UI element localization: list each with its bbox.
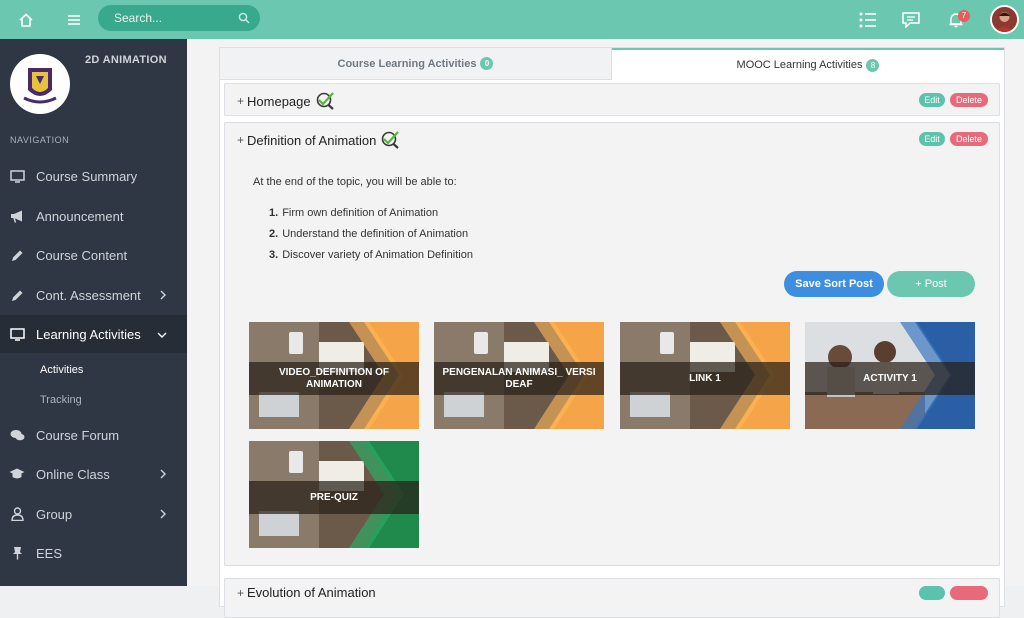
topic-title: Homepage: [247, 93, 311, 109]
tab-count-badge: 8: [866, 58, 880, 72]
topic-definition-of-animation: + Definition of Animation Edit Delete At…: [224, 122, 1000, 566]
sidebar-item-label: Course Forum: [36, 427, 120, 443]
activities-panel: Course Learning Activities 0 MOOC Learni…: [219, 47, 1005, 618]
objective-item: 1. Firm own definition of Animation: [269, 207, 439, 219]
activity-card[interactable]: LINK 1: [620, 322, 790, 429]
sidebar-subitem-activities[interactable]: Activities: [40, 364, 83, 376]
sidebar-item-cont-assessment[interactable]: Cont. Assessment: [0, 276, 187, 314]
chevron-right-icon: [159, 507, 167, 522]
topic-header[interactable]: + Definition of Animation: [237, 131, 401, 149]
add-post-button[interactable]: + Post: [887, 271, 975, 297]
tab-label: MOOC Learning Activities: [736, 59, 863, 71]
sidebar-item-label: Course Summary: [36, 168, 138, 184]
graduation-cap-icon: [9, 468, 25, 480]
avatar[interactable]: [990, 5, 1019, 34]
sidebar-subitem-tracking[interactable]: Tracking: [40, 394, 82, 406]
topic-title: Definition of Animation: [247, 132, 377, 148]
sidebar-item-learning-activities[interactable]: Learning Activities: [0, 315, 187, 353]
sidebar-item-label: Course Content: [36, 247, 128, 263]
message-icon[interactable]: [900, 9, 922, 31]
chevron-down-icon: [157, 327, 167, 342]
topic-homepage: + Homepage Edit Delete: [224, 83, 1000, 116]
course-name: 2D ANIMATION: [85, 54, 167, 66]
expand-icon[interactable]: +: [237, 133, 244, 147]
search-icon[interactable]: [238, 11, 250, 29]
main-content: Course Learning Activities 0 MOOC Learni…: [187, 39, 1024, 618]
activity-card-title: PRE-QUIZ: [249, 481, 419, 514]
sidebar-item-label: Group: [36, 506, 73, 522]
sidebar-item-label: Cont. Assessment: [36, 287, 141, 303]
sidebar-item-label: Announcement: [36, 208, 124, 224]
sidebar-item-course-content[interactable]: Course Content: [0, 236, 187, 274]
search-input[interactable]: [114, 10, 234, 26]
sidebar-item-ees[interactable]: EES: [0, 534, 187, 572]
topic-evolution-of-animation: + Evolution of Animation: [224, 578, 1000, 618]
check-magnifier-icon: [314, 92, 336, 110]
tab-bar: Course Learning Activities 0 MOOC Learni…: [220, 48, 1004, 80]
sidebar-item-online-class[interactable]: Online Class: [0, 455, 187, 493]
check-magnifier-icon: [379, 131, 401, 149]
chevron-right-icon: [159, 467, 167, 482]
sidebar-item-group[interactable]: Group: [0, 495, 187, 533]
activity-card[interactable]: PRE-QUIZ: [249, 441, 419, 548]
delete-button[interactable]: [950, 586, 988, 600]
expand-icon[interactable]: +: [237, 94, 244, 108]
menu-icon[interactable]: [63, 9, 85, 31]
home-icon[interactable]: [15, 9, 37, 31]
objective-item: 2. Understand the definition of Animation: [269, 228, 469, 240]
activity-card[interactable]: VIDEO_DEFINITION OF ANIMATION: [249, 322, 419, 429]
delete-button[interactable]: Delete: [950, 93, 988, 107]
activity-card-title: VIDEO_DEFINITION OF ANIMATION: [249, 362, 419, 395]
university-logo: [10, 54, 70, 114]
activity-card[interactable]: PENGENALAN ANIMASI_ VERSI DEAF: [434, 322, 604, 429]
pencil-icon: [9, 249, 25, 262]
activity-card-title: ACTIVITY 1: [805, 362, 975, 395]
nav-title: NAVIGATION: [10, 135, 70, 145]
user-icon: [9, 507, 25, 521]
topic-header[interactable]: + Evolution of Animation: [237, 585, 376, 600]
edit-button[interactable]: Edit: [919, 93, 945, 107]
sidebar-item-announcement[interactable]: Announcement: [0, 197, 187, 235]
sidebar-item-course-summary[interactable]: Course Summary: [0, 157, 187, 195]
megaphone-icon: [9, 210, 25, 223]
tab-label: Course Learning Activities: [337, 57, 477, 70]
delete-button[interactable]: Delete: [950, 132, 988, 146]
objective-item: 3. Discover variety of Animation Definiti…: [269, 249, 473, 261]
expand-icon[interactable]: +: [237, 586, 244, 600]
top-bar: 7: [0, 0, 1024, 39]
pencil-icon: [9, 289, 25, 302]
edit-button[interactable]: Edit: [919, 132, 945, 146]
monitor-icon: [9, 327, 25, 341]
sidebar-item-label: EES: [36, 545, 63, 561]
save-sort-post-button[interactable]: Save Sort Post: [784, 271, 884, 297]
tab-course-learning-activities[interactable]: Course Learning Activities 0: [220, 48, 612, 80]
chevron-right-icon: [159, 288, 167, 303]
edit-button[interactable]: [919, 586, 945, 600]
monitor-icon: [9, 169, 25, 183]
chat-icon: [9, 429, 25, 442]
activity-card-title: LINK 1: [620, 362, 790, 395]
list-icon[interactable]: [857, 9, 879, 31]
sidebar-item-label: Online Class: [36, 466, 110, 482]
tab-mooc-learning-activities[interactable]: MOOC Learning Activities 8: [612, 48, 1004, 80]
search-box[interactable]: [98, 5, 260, 31]
pin-icon: [9, 546, 25, 560]
sidebar-item-label: Learning Activities: [36, 326, 141, 342]
activity-card-title: PENGENALAN ANIMASI_ VERSI DEAF: [434, 362, 604, 395]
topic-header[interactable]: + Homepage: [237, 92, 336, 110]
tab-count-badge: 0: [480, 57, 494, 70]
topic-intro: At the end of the topic, you will be abl…: [253, 176, 457, 188]
sidebar: 2D ANIMATION NAVIGATION Course Summary A…: [0, 39, 187, 586]
notification-badge: 7: [958, 10, 970, 22]
topic-title: Evolution of Animation: [247, 585, 376, 600]
sidebar-item-course-forum[interactable]: Course Forum: [0, 416, 187, 454]
activity-card[interactable]: ACTIVITY 1: [805, 322, 975, 429]
